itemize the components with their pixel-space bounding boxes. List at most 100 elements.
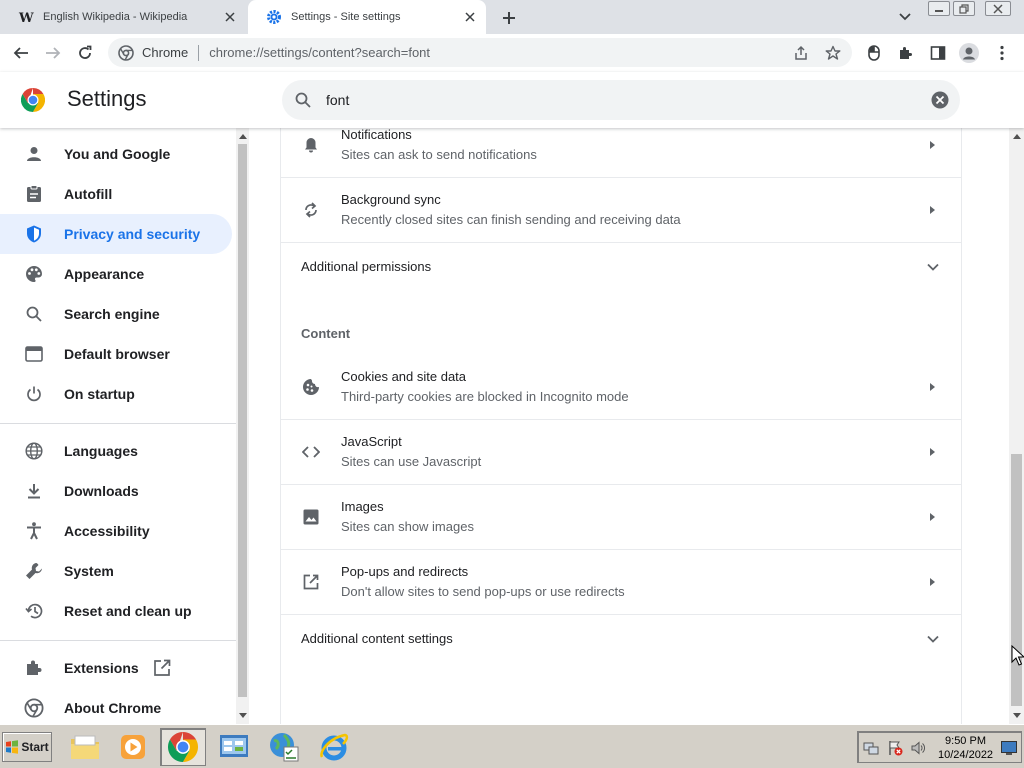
forward-button[interactable] <box>40 41 66 65</box>
start-label: Start <box>21 740 49 754</box>
side-panel-icon[interactable] <box>927 42 949 64</box>
row-subtitle: Sites can ask to send notifications <box>341 147 537 162</box>
additional-content-settings-expander[interactable]: Additional content settings <box>281 615 961 663</box>
sidebar-item-default-browser[interactable]: Default browser <box>0 334 232 374</box>
puzzle-icon <box>24 658 44 678</box>
scroll-up-arrow-icon[interactable] <box>1010 130 1023 143</box>
sidebar-item-privacy-and-security[interactable]: Privacy and security <box>0 214 232 254</box>
power-icon <box>24 384 44 404</box>
row-title: Images <box>341 499 384 514</box>
system-tray: 9:50 PM 10/24/2022 <box>857 731 1022 763</box>
windows-taskbar: Start 9:50 PM 10/24/2022 <box>0 724 1024 768</box>
back-button[interactable] <box>8 41 34 65</box>
start-button[interactable]: Start <box>2 732 52 762</box>
chrome-taskbar-icon[interactable] <box>160 728 206 766</box>
arrow-right-icon <box>930 578 935 586</box>
scroll-down-arrow-icon[interactable] <box>236 709 249 722</box>
restore-window-button[interactable] <box>953 1 975 16</box>
sidebar-divider <box>0 640 236 641</box>
bookmark-star-icon[interactable] <box>824 44 842 62</box>
main-content: Notifications Sites can ask to send noti… <box>249 128 1009 724</box>
reload-button[interactable] <box>72 41 98 65</box>
browser-icon <box>24 344 44 364</box>
row-javascript[interactable]: JavaScript Sites can use Javascript <box>281 420 961 485</box>
sidebar-item-languages[interactable]: Languages <box>0 431 232 471</box>
row-cookies-and-site-data[interactable]: Cookies and site data Third-party cookie… <box>281 355 961 420</box>
settings-search-input[interactable]: font <box>282 80 960 120</box>
row-background-sync[interactable]: Background sync Recently closed sites ca… <box>281 178 961 243</box>
search-query[interactable]: font <box>326 92 349 108</box>
sidebar-scrollbar-thumb[interactable] <box>238 144 247 697</box>
globe-checklist-taskbar-icon[interactable] <box>261 728 307 766</box>
kebab-menu-icon[interactable] <box>991 42 1013 64</box>
scroll-down-arrow-icon[interactable] <box>1010 709 1023 722</box>
show-desktop-icon[interactable] <box>1001 740 1017 756</box>
sidebar-item-downloads[interactable]: Downloads <box>0 471 232 511</box>
clear-search-icon[interactable] <box>931 91 949 109</box>
sidebar-item-extensions[interactable]: Extensions <box>0 648 232 688</box>
sidebar-item-about-chrome[interactable]: About Chrome <box>0 688 232 728</box>
sidebar-item-label: You and Google <box>64 146 171 162</box>
sidebar-item-label: On startup <box>64 386 135 402</box>
address-bar[interactable]: Chrome chrome://settings/content?search=… <box>108 38 852 67</box>
sidebar-item-search-engine[interactable]: Search engine <box>0 294 232 334</box>
sidebar-item-appearance[interactable]: Appearance <box>0 254 232 294</box>
close-tab-icon[interactable] <box>462 9 478 25</box>
cookie-icon <box>301 377 321 397</box>
row-title: Background sync <box>341 192 441 207</box>
sidebar-scrollbar[interactable] <box>236 128 249 724</box>
main-scrollbar-thumb[interactable] <box>1011 454 1022 706</box>
puzzle-icon[interactable] <box>895 42 917 64</box>
control-panel-taskbar-icon[interactable] <box>211 728 257 766</box>
omnibox-divider <box>198 44 200 61</box>
restore-icon <box>24 601 44 621</box>
accessibility-icon <box>24 521 44 541</box>
share-icon[interactable] <box>792 44 810 62</box>
main-scrollbar[interactable] <box>1009 128 1024 724</box>
shield-icon <box>24 224 44 244</box>
tab-settings[interactable]: Settings - Site settings <box>248 0 486 34</box>
volume-icon[interactable] <box>910 740 926 756</box>
row-pop-ups-and-redirects[interactable]: Pop-ups and redirects Don't allow sites … <box>281 550 961 615</box>
url-text[interactable]: chrome://settings/content?search=font <box>209 45 430 60</box>
extension-mouse-icon[interactable] <box>863 42 885 64</box>
new-tab-button[interactable] <box>498 7 520 29</box>
sidebar-item-reset-and-clean-up[interactable]: Reset and clean up <box>0 591 232 631</box>
system-clock[interactable]: 9:50 PM 10/24/2022 <box>938 734 993 762</box>
media-player-taskbar-icon[interactable] <box>110 728 156 766</box>
page-title: Settings <box>67 86 147 111</box>
sidebar-item-accessibility[interactable]: Accessibility <box>0 511 232 551</box>
arrow-right-icon <box>930 448 935 456</box>
arrow-right-icon <box>930 513 935 521</box>
row-images[interactable]: Images Sites can show images <box>281 485 961 550</box>
action-center-flag-icon[interactable] <box>887 740 903 756</box>
internet-explorer-taskbar-icon[interactable] <box>311 728 357 766</box>
sidebar-item-autofill[interactable]: Autofill <box>0 174 232 214</box>
file-explorer-taskbar-icon[interactable] <box>62 728 108 766</box>
close-window-button[interactable] <box>985 1 1011 16</box>
minimize-window-button[interactable] <box>928 1 950 16</box>
expander-label: Additional content settings <box>301 631 453 646</box>
settings-sidebar: You and Google Autofill Privacy and secu… <box>0 128 236 724</box>
clock-date: 10/24/2022 <box>938 749 994 761</box>
sidebar-item-system[interactable]: System <box>0 551 232 591</box>
sidebar-divider <box>0 423 236 424</box>
sidebar-item-label: Privacy and security <box>64 226 201 242</box>
network-icon[interactable] <box>863 740 879 756</box>
tab-wikipedia[interactable]: W English Wikipedia - Wikipedia <box>0 0 246 34</box>
arrow-right-icon <box>930 141 935 149</box>
sidebar-item-you-and-google[interactable]: You and Google <box>0 134 232 174</box>
sidebar-item-on-startup[interactable]: On startup <box>0 374 232 414</box>
scroll-up-arrow-icon[interactable] <box>236 130 249 143</box>
profile-avatar-icon[interactable] <box>958 42 980 64</box>
tab-search-chevron-icon[interactable] <box>895 8 915 26</box>
tab-strip: W English Wikipedia - Wikipedia Settings… <box>0 0 1024 34</box>
search-icon <box>293 90 313 110</box>
row-notifications[interactable]: Notifications Sites can ask to send noti… <box>281 128 961 178</box>
additional-permissions-expander[interactable]: Additional permissions <box>281 243 961 291</box>
tab-title: Settings - Site settings <box>291 11 401 23</box>
site-chip[interactable]: Chrome <box>108 44 188 61</box>
close-tab-icon[interactable] <box>222 9 238 25</box>
row-subtitle: Don't allow sites to send pop-ups or use… <box>341 584 625 599</box>
row-subtitle: Third-party cookies are blocked in Incog… <box>341 389 629 404</box>
